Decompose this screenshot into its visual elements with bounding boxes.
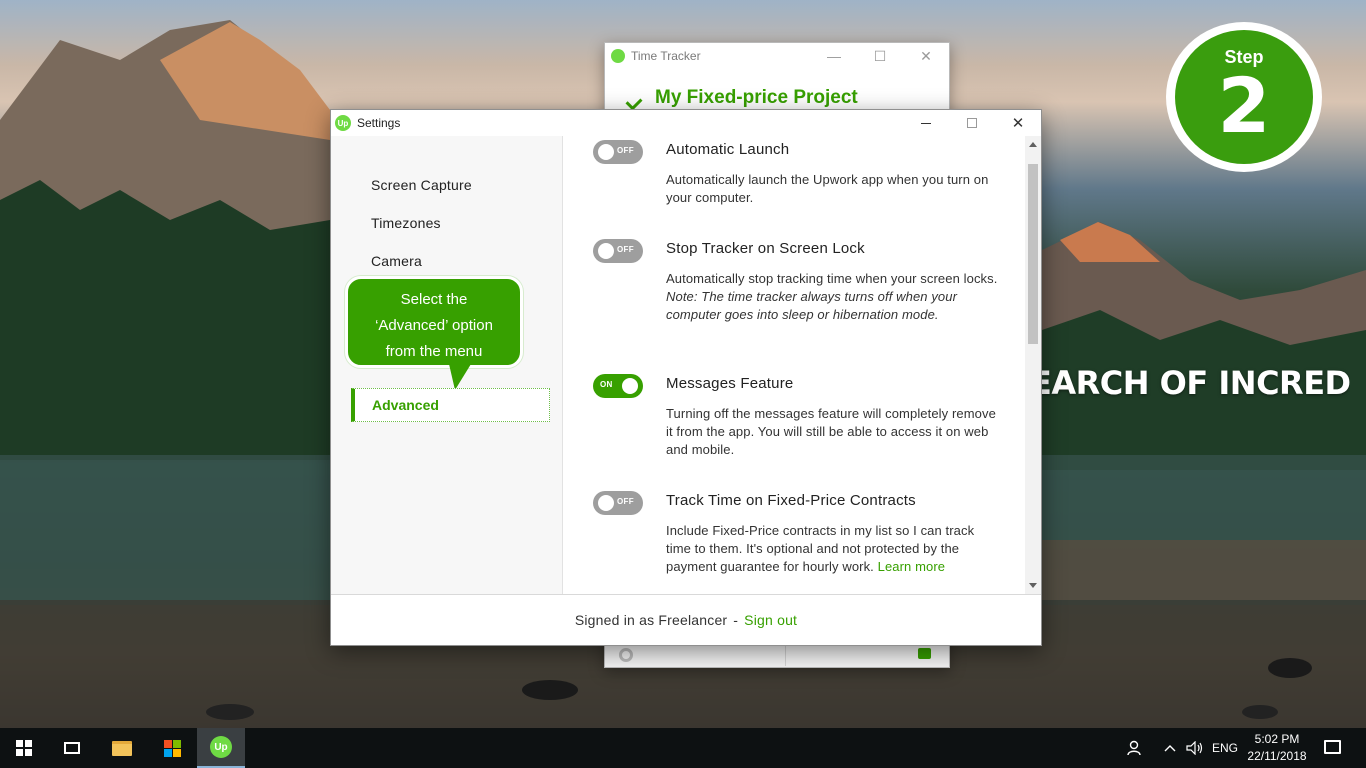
store-button[interactable] — [148, 728, 196, 768]
sign-out-link[interactable]: Sign out — [744, 612, 797, 628]
settings-content: OFF Automatic Launch Automatically launc… — [564, 136, 1024, 594]
toggle-state: ON — [600, 380, 613, 389]
sidebar-item-timezones[interactable]: Timezones — [371, 215, 441, 231]
settings-footer: Signed in as Freelancer - Sign out — [331, 594, 1041, 645]
taskbar: Up ENG 5:02 PM 22/11/2018 — [0, 728, 1366, 768]
upwork-taskbar-button[interactable]: Up — [197, 728, 245, 768]
minimize-button[interactable] — [903, 110, 949, 136]
content-scrollbar[interactable] — [1025, 136, 1041, 594]
instruction-callout: Select the ‘Advanced’ option from the me… — [345, 276, 523, 368]
people-glyph — [1127, 740, 1141, 756]
divider — [785, 644, 786, 666]
setting-description: Automatically launch the Upwork app when… — [666, 172, 989, 205]
toggle-switch[interactable]: OFF — [593, 491, 643, 515]
system-clock[interactable]: 5:02 PM 22/11/2018 — [1244, 731, 1310, 765]
setting-description: Automatically stop tracking time when yo… — [666, 270, 1001, 324]
setting-description-text: Automatically stop tracking time when yo… — [666, 271, 998, 286]
maximize-icon[interactable]: ☐ — [857, 48, 903, 65]
upwork-app-icon — [611, 49, 625, 63]
time-tracker-bottom-bar — [605, 643, 949, 667]
language-indicator[interactable]: ENG — [1212, 728, 1238, 768]
maximize-button[interactable] — [949, 110, 995, 136]
notification-icon[interactable] — [1324, 740, 1341, 754]
folder-icon — [112, 740, 132, 756]
toggle-switch[interactable]: ON — [593, 374, 643, 398]
toggle-knob — [598, 243, 614, 259]
signed-in-status: Signed in as Freelancer — [574, 612, 728, 628]
settings-titlebar[interactable]: Up Settings ✕ — [331, 110, 1041, 136]
close-icon: ✕ — [1011, 115, 1025, 132]
upwork-app-icon: Up — [335, 115, 351, 131]
maximize-icon — [967, 118, 977, 128]
time-tracker-titlebar[interactable]: Time Tracker — ☐ ✕ — [605, 43, 949, 69]
callout-line: Select the — [400, 291, 468, 308]
chevron-up-icon[interactable] — [1164, 728, 1176, 768]
volume-icon[interactable] — [1186, 728, 1204, 768]
toggle-knob — [598, 495, 614, 511]
setting-description: Include Fixed-Price contracts in my list… — [666, 522, 1001, 576]
close-button[interactable]: ✕ — [995, 110, 1041, 136]
upwork-app-icon: Up — [210, 736, 232, 758]
toggle-knob — [598, 144, 614, 160]
minimize-icon[interactable]: — — [811, 48, 857, 65]
setting-title: Messages Feature — [666, 375, 794, 392]
minimize-icon — [921, 122, 931, 124]
sidebar-item-screen-capture[interactable]: Screen Capture — [371, 177, 472, 193]
time-tracker-title: Time Tracker — [631, 49, 701, 63]
footer-separator: - — [733, 612, 739, 628]
sidebar-item-advanced[interactable]: Advanced — [351, 388, 550, 422]
toggle-knob — [622, 378, 638, 394]
clock-date: 22/11/2018 — [1247, 749, 1307, 763]
settings-title: Settings — [357, 116, 401, 130]
settings-window[interactable]: Up Settings ✕ Screen Capture Timezones C… — [330, 109, 1042, 646]
toggle-state: OFF — [617, 146, 634, 155]
start-button[interactable] — [0, 728, 48, 768]
task-view-button[interactable] — [48, 728, 96, 768]
project-name[interactable]: My Fixed-price Project — [655, 87, 858, 109]
scrollbar-thumb[interactable] — [1028, 164, 1038, 344]
scroll-down-icon[interactable] — [1029, 583, 1037, 588]
setting-title: Track Time on Fixed-Price Contracts — [666, 492, 916, 509]
step-badge: Step 2 — [1166, 22, 1322, 172]
close-icon[interactable]: ✕ — [903, 48, 949, 65]
toggle-state: OFF — [617, 245, 634, 254]
step-badge-circle: Step 2 — [1175, 30, 1313, 164]
step-number: 2 — [1217, 61, 1271, 150]
setting-title: Automatic Launch — [666, 141, 790, 158]
scroll-up-icon[interactable] — [1029, 142, 1037, 147]
chat-icon[interactable] — [918, 648, 931, 659]
gear-icon[interactable] — [619, 648, 633, 662]
learn-more-link[interactable]: Learn more — [878, 559, 945, 574]
setting-description: Turning off the messages feature will co… — [666, 406, 996, 457]
toggle-state: OFF — [617, 497, 634, 506]
sidebar-item-camera[interactable]: Camera — [371, 253, 422, 269]
wallpaper-caption: EARCH OF INCREDIBLE — [1030, 364, 1350, 402]
settings-sidebar: Screen Capture Timezones Camera Select t… — [331, 136, 563, 594]
checkmark-icon — [625, 93, 643, 111]
setting-title: Stop Tracker on Screen Lock — [666, 240, 865, 257]
callout-pointer — [449, 364, 471, 390]
people-icon[interactable] — [1126, 728, 1144, 768]
store-icon — [163, 739, 181, 757]
toggle-switch[interactable]: OFF — [593, 239, 643, 263]
task-view-icon — [64, 742, 80, 754]
toggle-switch[interactable]: OFF — [593, 140, 643, 164]
clock-time: 5:02 PM — [1254, 732, 1300, 746]
windows-logo-icon — [16, 740, 32, 756]
file-explorer-button[interactable] — [98, 728, 146, 768]
callout-line: ‘Advanced’ option — [375, 317, 493, 334]
callout-line: from the menu — [385, 343, 483, 360]
setting-note: Note: The time tracker always turns off … — [666, 289, 958, 322]
